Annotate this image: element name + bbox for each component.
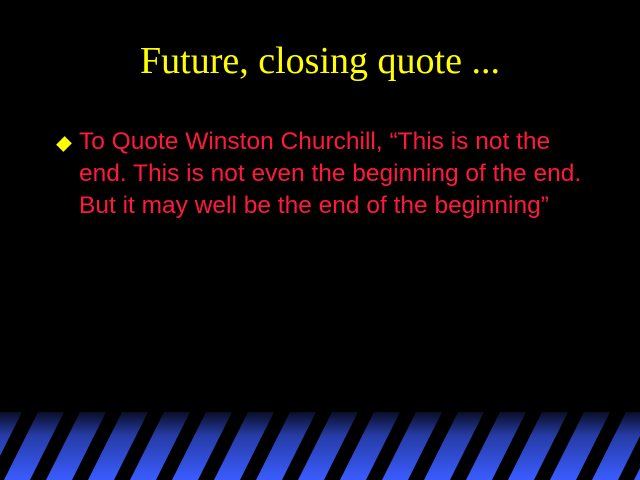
bullet-list: To Quote Winston Churchill, “This is not… bbox=[54, 126, 594, 222]
bullet-text: To Quote Winston Churchill, “This is not… bbox=[79, 128, 582, 219]
stripe-band-fade bbox=[0, 412, 640, 480]
bullet-item: To Quote Winston Churchill, “This is not… bbox=[54, 126, 594, 222]
slide: Future, closing quote ... To Quote Winst… bbox=[0, 0, 640, 480]
slide-title: Future, closing quote ... bbox=[140, 40, 500, 82]
diamond-bullet-icon bbox=[56, 136, 72, 152]
decorative-stripe-band bbox=[0, 412, 640, 480]
